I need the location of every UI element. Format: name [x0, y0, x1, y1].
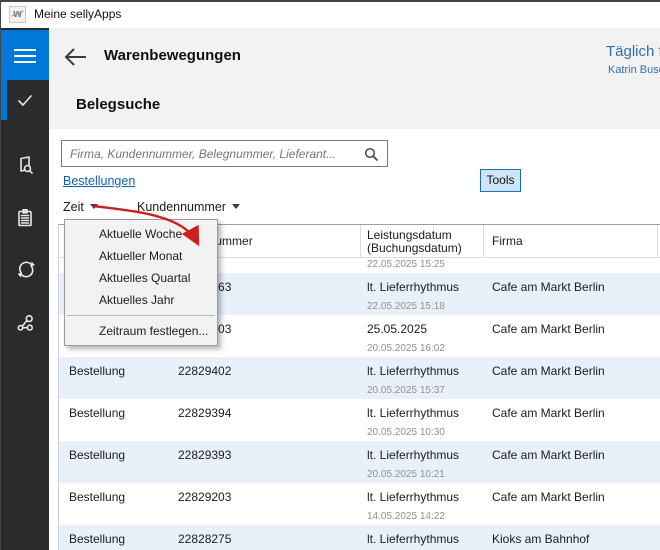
cell-leistung: lt. Lieferrhythmus [367, 364, 459, 378]
cell-type: Bestellung [69, 490, 125, 504]
sync-icon [15, 258, 37, 280]
cell-leistung: lt. Lieferrhythmus [367, 406, 459, 420]
filter-kundennummer-label: Kundennummer [137, 200, 226, 214]
cell-buchung: 22.05.2025 15:18 [367, 301, 445, 312]
table-row[interactable]: Bestellung 22829393 lt. Lieferrhythmus Cafe… [59, 441, 660, 483]
table-row[interactable]: Bestellung 22829394 lt. Lieferrhythmus Cafe… [59, 399, 660, 441]
cell-buchung: 22.05.2025 15:25 [367, 259, 445, 270]
column-header-line2: (Buchungsdatum) [367, 242, 462, 255]
table-row[interactable]: Bestellung 22828275 lt. Lieferrhythmus Kiok… [59, 525, 660, 550]
cell-firma: Cafe am Markt Berlin [492, 448, 605, 462]
app-window: w Meine sellyApps [0, 0, 660, 550]
cell-buchung: 20.05.2025 10:30 [367, 427, 445, 438]
column-divider [360, 225, 361, 258]
tools-button[interactable]: Tools [480, 169, 521, 192]
check-icon [15, 90, 35, 110]
cell-firma: Cafe am Markt Berlin [492, 490, 605, 504]
column-header-firma[interactable]: Firma [492, 225, 523, 258]
menu-separator [67, 315, 215, 316]
cell-type: Bestellung [69, 406, 125, 420]
search-icon[interactable] [364, 147, 379, 162]
cell-type: Bestellung [69, 364, 125, 378]
cell-firma: Kioks am Bahnhof [492, 532, 589, 546]
navigation-sidebar [1, 28, 49, 550]
filter-zeit-label: Zeit [63, 200, 84, 214]
cell-firma: Cafe am Markt Berlin [492, 406, 605, 420]
sidebar-item-share[interactable] [1, 303, 49, 343]
column-divider [657, 225, 658, 258]
sidebar-item-documents[interactable] [1, 80, 49, 120]
menu-item[interactable]: Aktuelles Jahr [65, 289, 217, 311]
cell-firma: Cafe am Markt Berlin [492, 364, 605, 378]
content-area: Warenbewegungen Täglich f Katrin Busch B… [49, 28, 660, 550]
search-input[interactable] [70, 142, 355, 165]
cell-buchung: 20.05.2025 15:37 [367, 385, 445, 396]
sidebar-item-clipboard[interactable] [1, 198, 49, 238]
filter-kundennummer-dropdown[interactable]: Kundennummer [137, 200, 240, 214]
tab-bestellungen[interactable]: Bestellungen [63, 174, 135, 188]
header-band [49, 28, 660, 129]
time-filter-menu: Aktuelle WocheAktueller MonatAktuelles Q… [64, 219, 218, 346]
section-title: Belegsuche [76, 96, 160, 113]
share-icon [15, 313, 35, 333]
document-search-icon [15, 155, 35, 175]
page-title: Warenbewegungen [104, 47, 241, 64]
menu-item-zeitraum[interactable]: Zeitraum festlegen... [65, 320, 217, 342]
column-header-leistungsdatum[interactable]: Leistungsdatum (Buchungsdatum) [367, 225, 462, 258]
cell-number: 22828275 [178, 532, 231, 546]
filter-zeit-dropdown[interactable]: Zeit [63, 200, 98, 214]
header-right-title: Täglich f [606, 43, 660, 60]
app-logo-icon: w [9, 6, 26, 23]
cell-leistung: lt. Lieferrhythmus [367, 532, 459, 546]
column-divider [483, 225, 484, 258]
cell-number: 22829393 [178, 448, 231, 462]
window-title: Meine sellyApps [34, 7, 121, 21]
back-button[interactable] [63, 45, 89, 69]
selected-indicator [1, 80, 7, 120]
cell-buchung: 14.05.2025 14:22 [367, 511, 445, 522]
cell-buchung: 20.05.2025 16:02 [367, 343, 445, 354]
cell-leistung: lt. Lieferrhythmus [367, 490, 459, 504]
sidebar-item-sync[interactable] [1, 248, 49, 288]
column-header-line1: Leistungsdatum [367, 229, 462, 242]
cell-leistung: 25.05.2025 [367, 322, 427, 336]
menu-item[interactable]: Aktueller Monat [65, 245, 217, 267]
cell-buchung: 20.05.2025 10:21 [367, 469, 445, 480]
header-user-name[interactable]: Katrin Busch [608, 64, 660, 76]
title-bar: w Meine sellyApps [1, 2, 660, 28]
table-row[interactable]: Bestellung 22829402 lt. Lieferrhythmus Cafe… [59, 357, 660, 399]
chevron-down-icon [232, 204, 240, 209]
cell-leistung: lt. Lieferrhythmus [367, 280, 459, 294]
menu-item[interactable]: Aktuelles Quartal [65, 267, 217, 289]
back-arrow-icon [63, 45, 89, 69]
cell-number: 22829203 [178, 490, 231, 504]
menu-item[interactable]: Aktuelle Woche [65, 223, 217, 245]
chevron-down-icon [90, 204, 98, 209]
cell-number: 22829402 [178, 364, 231, 378]
clipboard-icon [15, 208, 35, 228]
search-box[interactable] [61, 140, 388, 167]
cell-type: Bestellung [69, 532, 125, 546]
hamburger-menu-button[interactable] [1, 30, 49, 80]
time-filter-menu-items: Aktuelle WocheAktueller MonatAktuelles Q… [65, 223, 217, 311]
cell-number: 22829394 [178, 406, 231, 420]
table-row[interactable]: Bestellung 22829203 lt. Lieferrhythmus Cafe… [59, 483, 660, 525]
cell-firma: Cafe am Markt Berlin [492, 322, 605, 336]
sidebar-item-search-catalog[interactable] [1, 145, 49, 185]
cell-firma: Cafe am Markt Berlin [492, 280, 605, 294]
cell-type: Bestellung [69, 448, 125, 462]
cell-leistung: lt. Lieferrhythmus [367, 448, 459, 462]
